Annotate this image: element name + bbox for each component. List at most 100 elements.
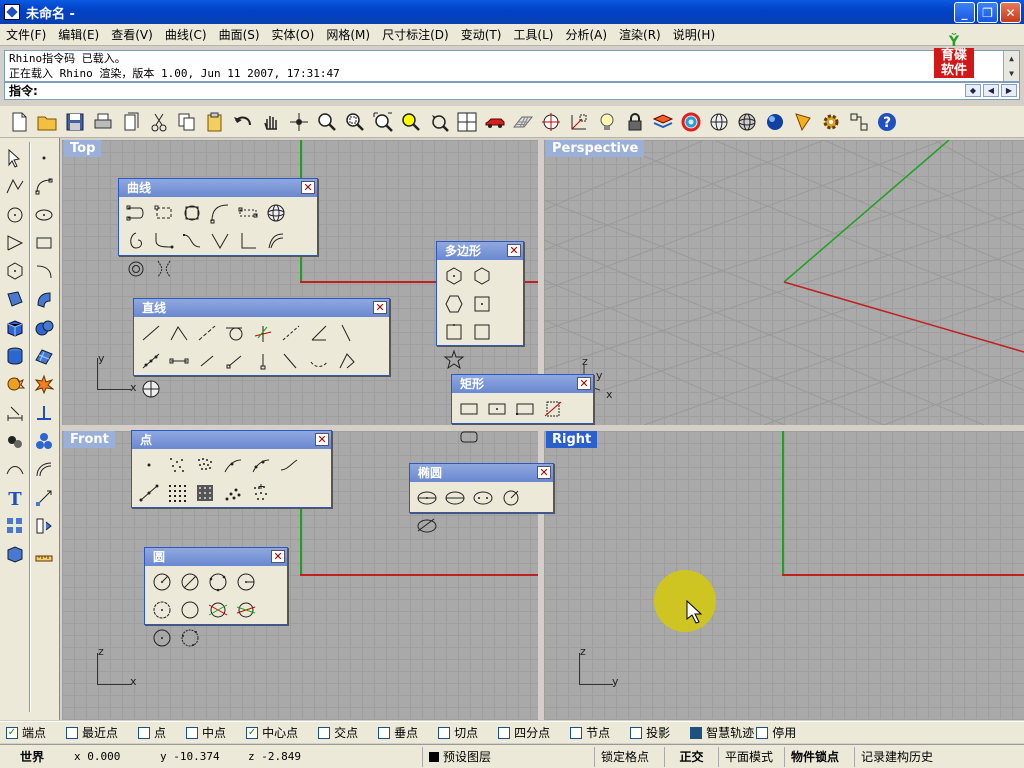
- ortho-toggle[interactable]: 正交: [664, 746, 718, 767]
- circle-center-radius-icon[interactable]: [148, 568, 176, 596]
- scroll-down-icon[interactable]: ▼: [1004, 66, 1019, 81]
- lock-icon[interactable]: [622, 109, 648, 135]
- rect-center-icon[interactable]: [483, 395, 511, 423]
- curve-cv-2-icon[interactable]: [150, 227, 178, 255]
- line-fit-icon[interactable]: [137, 347, 165, 375]
- ruler-icon[interactable]: [32, 542, 56, 566]
- sphere-icon[interactable]: [32, 316, 56, 340]
- rect-corner-icon[interactable]: [455, 395, 483, 423]
- undo-view-icon[interactable]: [426, 109, 452, 135]
- point-divide-icon[interactable]: [247, 451, 275, 479]
- scroll-up-icon[interactable]: ▲: [1004, 51, 1019, 66]
- zoom-window-icon[interactable]: [342, 109, 368, 135]
- layer-icon[interactable]: [650, 109, 676, 135]
- ellipse-deformable-icon[interactable]: [413, 512, 441, 540]
- arc-icon[interactable]: [32, 259, 56, 283]
- osnap-project[interactable]: 投影: [630, 724, 670, 741]
- checkbox[interactable]: [318, 726, 331, 739]
- polygon-icon[interactable]: [3, 259, 27, 283]
- ellipse-foci-icon[interactable]: [469, 484, 497, 512]
- line-chamfer-icon[interactable]: [333, 347, 361, 375]
- circle-tan-3-icon[interactable]: [148, 624, 176, 652]
- line-short-icon[interactable]: [193, 347, 221, 375]
- checkbox[interactable]: [438, 726, 451, 739]
- snap-toggle[interactable]: 锁定格点: [594, 746, 664, 767]
- cut-icon[interactable]: [146, 109, 172, 135]
- line-bisector-icon[interactable]: [277, 319, 305, 347]
- rect-3pt-icon[interactable]: [511, 395, 539, 423]
- line-sphere-icon[interactable]: [137, 375, 165, 403]
- array-icon[interactable]: [3, 514, 27, 538]
- point-end-icon[interactable]: [135, 479, 163, 507]
- circle-2pt-icon[interactable]: [176, 568, 204, 596]
- line-tangent-icon[interactable]: [221, 319, 249, 347]
- undo-icon[interactable]: [230, 109, 256, 135]
- solid-icon[interactable]: [3, 542, 27, 566]
- car-icon[interactable]: [482, 109, 508, 135]
- dimension-icon[interactable]: [3, 401, 27, 425]
- menu-transform[interactable]: 变动(T): [455, 26, 508, 43]
- checkbox[interactable]: [498, 726, 511, 739]
- close-icon[interactable]: ✕: [537, 466, 551, 479]
- box-icon[interactable]: [3, 316, 27, 340]
- curve-spiral-2-icon[interactable]: [122, 255, 150, 283]
- pan-icon[interactable]: [258, 109, 284, 135]
- circle-center-icon[interactable]: [3, 203, 27, 227]
- help-icon[interactable]: ?: [874, 109, 900, 135]
- osnap-near[interactable]: 最近点: [66, 724, 118, 741]
- planar-toggle[interactable]: 平面模式: [718, 746, 784, 767]
- line-perp-icon[interactable]: [249, 347, 277, 375]
- curve-v-icon[interactable]: [206, 227, 234, 255]
- star-icon[interactable]: [440, 346, 468, 374]
- checkbox[interactable]: [756, 726, 769, 739]
- viewport-perspective[interactable]: Perspective z y x: [544, 140, 1024, 425]
- mesh-icon[interactable]: [32, 344, 56, 368]
- print-icon[interactable]: [90, 109, 116, 135]
- curve-spiral-icon[interactable]: [122, 227, 150, 255]
- restore-button[interactable]: ❐: [977, 2, 998, 23]
- four-viewports-icon[interactable]: [454, 109, 480, 135]
- checkbox[interactable]: [138, 726, 151, 739]
- zoom-extents-icon[interactable]: [370, 109, 396, 135]
- new-icon[interactable]: [6, 109, 32, 135]
- viewport-label-front[interactable]: Front: [64, 431, 115, 448]
- ellipse-diameter-icon[interactable]: [441, 484, 469, 512]
- settings-icon[interactable]: [818, 109, 844, 135]
- osnap-toggle[interactable]: 物件锁点: [784, 746, 854, 767]
- osnap-point[interactable]: 点: [138, 724, 166, 741]
- menu-mesh[interactable]: 网格(M): [320, 26, 376, 43]
- cylinder-icon[interactable]: [3, 344, 27, 368]
- close-icon[interactable]: ✕: [315, 433, 329, 446]
- checkbox[interactable]: [66, 726, 79, 739]
- explode-icon[interactable]: [32, 372, 56, 396]
- panel-point[interactable]: 点 ✕: [131, 430, 332, 508]
- group-icon[interactable]: [3, 429, 27, 453]
- point-cloud-icon[interactable]: [191, 451, 219, 479]
- line-normal-icon[interactable]: [249, 319, 277, 347]
- viewport-label-perspective[interactable]: Perspective: [546, 140, 645, 157]
- checkbox[interactable]: [630, 726, 643, 739]
- close-icon[interactable]: ✕: [507, 244, 521, 257]
- line-angle-icon[interactable]: [305, 319, 333, 347]
- render-icon[interactable]: [762, 109, 788, 135]
- menu-view[interactable]: 查看(V): [105, 26, 159, 43]
- panel-ellipse[interactable]: 椭圆 ✕: [409, 463, 554, 533]
- grid-icon[interactable]: [510, 109, 536, 135]
- point-on-curve-icon[interactable]: [219, 451, 247, 479]
- point-icon[interactable]: [32, 146, 56, 170]
- minimize-button[interactable]: _: [954, 2, 975, 23]
- close-icon[interactable]: ✕: [271, 550, 285, 563]
- menu-curve[interactable]: 曲线(C): [159, 26, 213, 43]
- import-icon[interactable]: [118, 109, 144, 135]
- point-extract-icon[interactable]: [247, 479, 275, 507]
- history-scrollbar[interactable]: ▲ ▼: [1003, 51, 1019, 81]
- surface-pts-icon[interactable]: [3, 287, 27, 311]
- curve-helix-icon[interactable]: [206, 199, 234, 227]
- close-button[interactable]: ✕: [1000, 2, 1021, 23]
- osnap-quad[interactable]: 四分点: [498, 724, 550, 741]
- curve-polyline-icon[interactable]: [234, 227, 262, 255]
- curve-cv-icon[interactable]: [122, 199, 150, 227]
- command-history[interactable]: Rhino指令码 已载入。 正在载入 Rhino 渲染，版本 1.00, Jun…: [4, 50, 1020, 82]
- menu-dimension[interactable]: 尺寸标注(D): [376, 26, 455, 43]
- menu-help[interactable]: 说明(H): [667, 26, 721, 43]
